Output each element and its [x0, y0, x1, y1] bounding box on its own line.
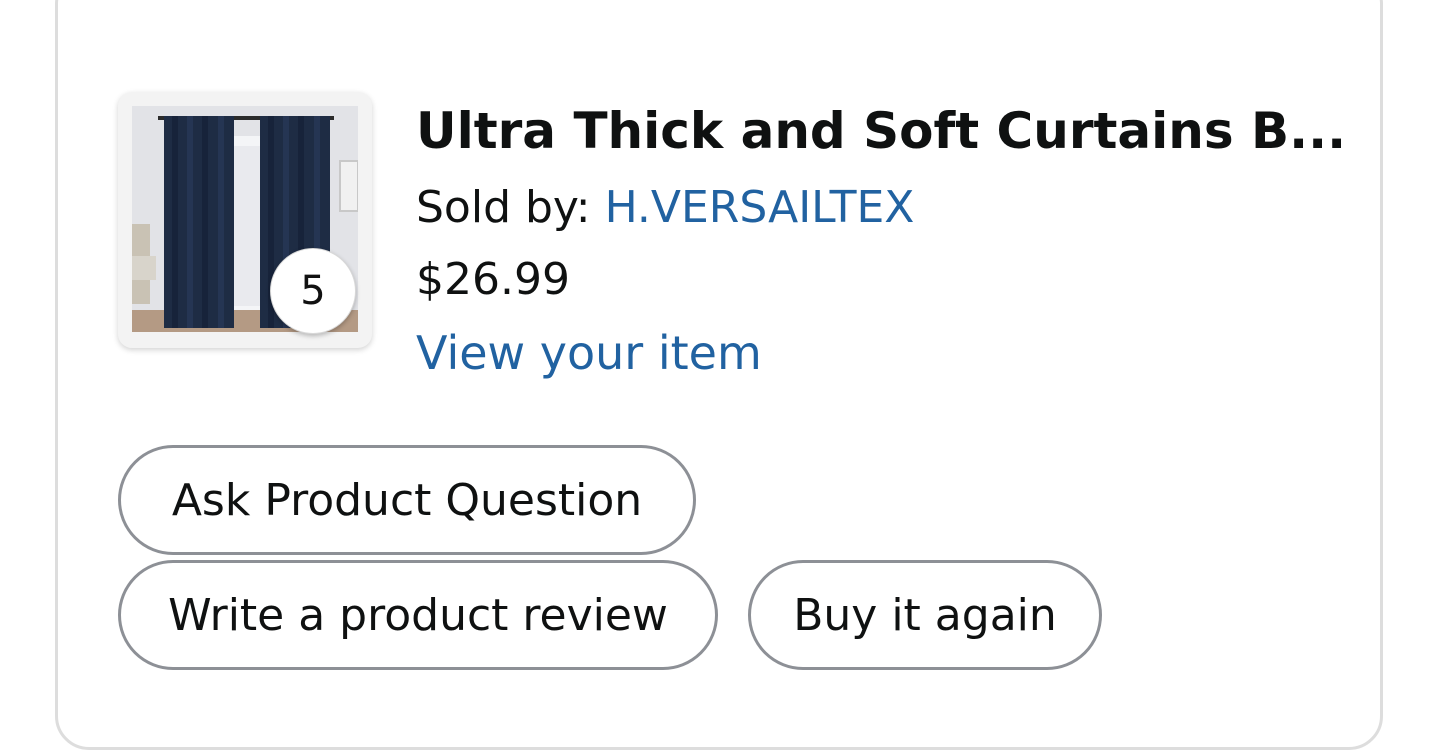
buy-again-button[interactable]: Buy it again [748, 560, 1102, 670]
view-item-link[interactable]: View your item [416, 322, 762, 384]
write-review-button[interactable]: Write a product review [118, 560, 718, 670]
product-title[interactable]: Ultra Thick and Soft Curtains B... [416, 98, 1346, 164]
seller-link[interactable]: H.VERSAILTEX [605, 182, 915, 233]
ask-product-question-button[interactable]: Ask Product Question [118, 445, 696, 555]
sold-by-label: Sold by: [416, 182, 605, 233]
product-price: $26.99 [416, 254, 570, 305]
sold-by-line: Sold by: H.VERSAILTEX [416, 178, 914, 238]
quantity-badge: 5 [270, 248, 356, 334]
